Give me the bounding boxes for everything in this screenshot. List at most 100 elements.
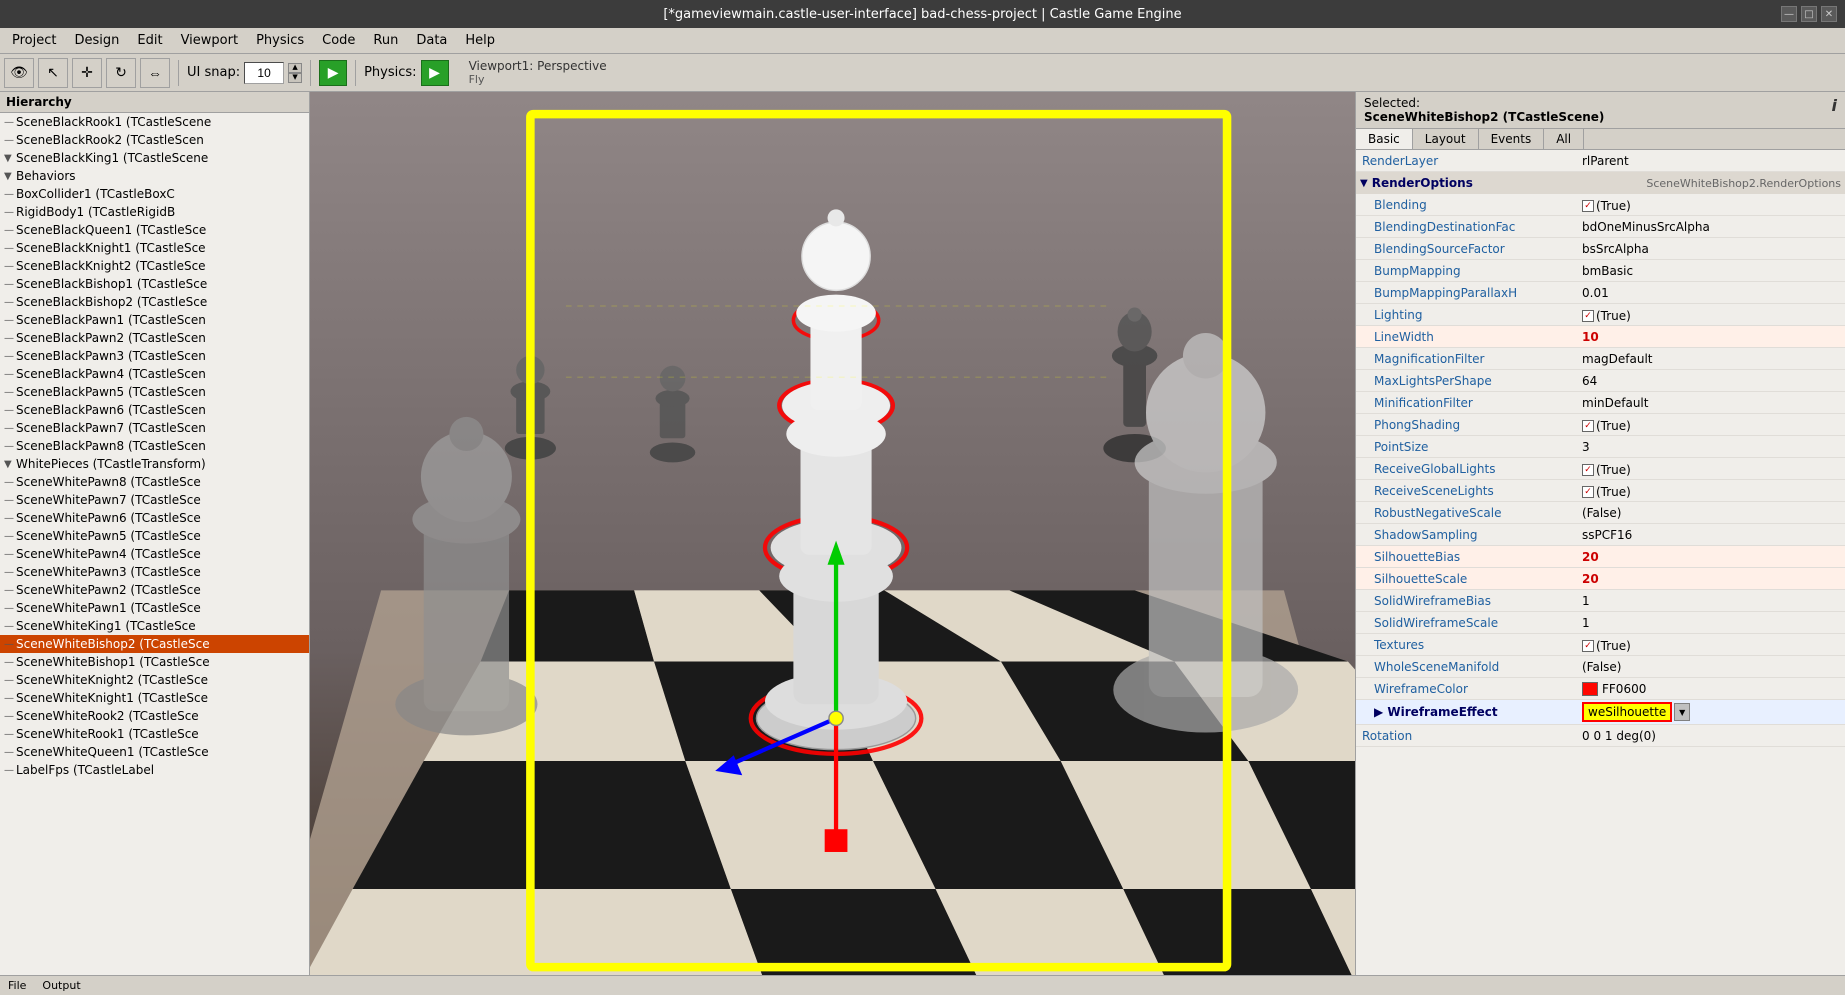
tree-item-labelfps[interactable]: — LabelFps (TCastleLabel: [0, 761, 309, 779]
tree-item-sceneblackrook1[interactable]: — SceneBlackRook1 (TCastleScene: [0, 113, 309, 131]
prop-row-receivescene[interactable]: ReceiveSceneLights ✓ (True): [1356, 480, 1845, 502]
prop-row-minfilter[interactable]: MinificationFilter minDefault: [1356, 392, 1845, 414]
cb-phong[interactable]: ✓: [1582, 420, 1594, 432]
tree-item-sceneblackpawn2[interactable]: — SceneBlackPawn2 (TCastleScen: [0, 329, 309, 347]
tree-item-scenewhitepawn5[interactable]: — SceneWhitePawn5 (TCastleSce: [0, 527, 309, 545]
tree-item-sceneblackpawn5[interactable]: — SceneBlackPawn5 (TCastleScen: [0, 383, 309, 401]
tree-item-boxcollider1[interactable]: — BoxCollider1 (TCastleBoxC: [0, 185, 309, 203]
tree-item-scenewhiteknight1[interactable]: — SceneWhiteKnight1 (TCastleSce: [0, 689, 309, 707]
prop-row-pointsize[interactable]: PointSize 3: [1356, 436, 1845, 458]
tree-item-scenewhitepawn7[interactable]: — SceneWhitePawn7 (TCastleSce: [0, 491, 309, 509]
menu-data[interactable]: Data: [408, 31, 455, 50]
prop-row-solidwireframebias[interactable]: SolidWireframeBias 1: [1356, 590, 1845, 612]
prop-row-receiveglobal[interactable]: ReceiveGlobalLights ✓ (True): [1356, 458, 1845, 480]
cb-blending[interactable]: ✓: [1582, 200, 1594, 212]
tree-item-sceneblackqueen1[interactable]: — SceneBlackQueen1 (TCastleSce: [0, 221, 309, 239]
menu-physics[interactable]: Physics: [248, 31, 312, 50]
tree-item-scenewhitepawn1[interactable]: — SceneWhitePawn1 (TCastleSce: [0, 599, 309, 617]
cb-receivescene[interactable]: ✓: [1582, 486, 1594, 498]
tree-item-scenewhitepawn3[interactable]: — SceneWhitePawn3 (TCastleSce: [0, 563, 309, 581]
tree-item-scenewhitebishop1[interactable]: — SceneWhiteBishop1 (TCastleSce: [0, 653, 309, 671]
cb-receiveglobal[interactable]: ✓: [1582, 464, 1594, 476]
wireframe-effect-input[interactable]: weSilhouette: [1582, 702, 1672, 722]
prop-row-shadowsampling[interactable]: ShadowSampling ssPCF16: [1356, 524, 1845, 546]
prop-row-rotation[interactable]: Rotation 0 0 1 deg(0): [1356, 725, 1845, 747]
menu-design[interactable]: Design: [66, 31, 127, 50]
prop-row-bumpmapping[interactable]: BumpMapping bmBasic: [1356, 260, 1845, 282]
tree-item-scenewhiterook2[interactable]: — SceneWhiteRook2 (TCastleSce: [0, 707, 309, 725]
cb-textures[interactable]: ✓: [1582, 640, 1594, 652]
tab-basic[interactable]: Basic: [1356, 129, 1413, 149]
tab-layout[interactable]: Layout: [1413, 129, 1479, 149]
prop-row-lighting[interactable]: Lighting ✓ (True): [1356, 304, 1845, 326]
prop-row-magfilter[interactable]: MagnificationFilter magDefault: [1356, 348, 1845, 370]
tab-events[interactable]: Events: [1479, 129, 1545, 149]
tree-item-scenewhiteking1[interactable]: — SceneWhiteKing1 (TCastleSce: [0, 617, 309, 635]
ui-snap-input[interactable]: [244, 62, 284, 84]
prop-row-maxlights[interactable]: MaxLightsPerShape 64: [1356, 370, 1845, 392]
tree-item-sceneblackpawn6[interactable]: — SceneBlackPawn6 (TCastleScen: [0, 401, 309, 419]
minimize-button[interactable]: —: [1781, 6, 1797, 22]
menu-help[interactable]: Help: [457, 31, 503, 50]
prop-row-wholescene[interactable]: WholeSceneManifold (False): [1356, 656, 1845, 678]
tree-item-rigidbody1[interactable]: — RigidBody1 (TCastleRigidB: [0, 203, 309, 221]
menu-run[interactable]: Run: [365, 31, 406, 50]
tree-item-sceneblackknight1[interactable]: — SceneBlackKnight1 (TCastleSce: [0, 239, 309, 257]
status-file[interactable]: File: [8, 979, 26, 992]
tree-item-scenewhiteknight2[interactable]: — SceneWhiteKnight2 (TCastleSce: [0, 671, 309, 689]
prop-row-blendingdst[interactable]: BlendingDestinationFac bdOneMinusSrcAlph…: [1356, 216, 1845, 238]
tree-item-scenewhitepawn4[interactable]: — SceneWhitePawn4 (TCastleSce: [0, 545, 309, 563]
prop-row-blending[interactable]: Blending ✓ (True): [1356, 194, 1845, 216]
scale-button[interactable]: ⇔: [140, 58, 170, 88]
tree-item-scenewhitebishop2[interactable]: — SceneWhiteBishop2 (TCastleSce: [0, 635, 309, 653]
tree-item-whitepieces[interactable]: ▼ WhitePieces (TCastleTransform): [0, 455, 309, 473]
select-button[interactable]: ↖: [38, 58, 68, 88]
tree-item-scenewhiterook1[interactable]: — SceneWhiteRook1 (TCastleSce: [0, 725, 309, 743]
tree-item-sceneblackbishop2[interactable]: — SceneBlackBishop2 (TCastleSce: [0, 293, 309, 311]
menu-code[interactable]: Code: [314, 31, 363, 50]
menu-viewport[interactable]: Viewport: [173, 31, 247, 50]
prop-row-linewidth[interactable]: LineWidth 10: [1356, 326, 1845, 348]
prop-row-phongshading[interactable]: PhongShading ✓ (True): [1356, 414, 1845, 436]
rotate-button[interactable]: ↻: [106, 58, 136, 88]
translate-button[interactable]: ✛: [72, 58, 102, 88]
prop-section-renderoptions[interactable]: ▼ RenderOptions SceneWhiteBishop2.Render…: [1356, 172, 1845, 194]
info-button[interactable]: i: [1832, 96, 1837, 115]
cb-lighting[interactable]: ✓: [1582, 310, 1594, 322]
tree-item-sceneblackpawn3[interactable]: — SceneBlackPawn3 (TCastleScen: [0, 347, 309, 365]
menu-edit[interactable]: Edit: [129, 31, 170, 50]
status-output[interactable]: Output: [42, 979, 80, 992]
tree-item-scenewhitepawn8[interactable]: — SceneWhitePawn8 (TCastleSce: [0, 473, 309, 491]
tab-all[interactable]: All: [1544, 129, 1584, 149]
prop-row-wireframeeffect[interactable]: ▶ WireframeEffect weSilhouette ▼: [1356, 700, 1845, 725]
menu-project[interactable]: Project: [4, 31, 64, 50]
tree-item-sceneblackpawn4[interactable]: — SceneBlackPawn4 (TCastleScen: [0, 365, 309, 383]
tree-item-sceneblackpawn1[interactable]: — SceneBlackPawn1 (TCastleScen: [0, 311, 309, 329]
prop-row-solidwireframescale[interactable]: SolidWireframeScale 1: [1356, 612, 1845, 634]
tree-item-sceneblackpawn7[interactable]: — SceneBlackPawn7 (TCastleScen: [0, 419, 309, 437]
tree-item-sceneblackbishop1[interactable]: — SceneBlackBishop1 (TCastleSce: [0, 275, 309, 293]
prop-row-blendingsrc[interactable]: BlendingSourceFactor bsSrcAlpha: [1356, 238, 1845, 260]
maximize-button[interactable]: □: [1801, 6, 1817, 22]
tree-item-sceneblackrook2[interactable]: — SceneBlackRook2 (TCastleScen: [0, 131, 309, 149]
tree-item-scenewhitepawn6[interactable]: — SceneWhitePawn6 (TCastleSce: [0, 509, 309, 527]
prop-row-wireframecolor[interactable]: WireframeColor FF0600: [1356, 678, 1845, 700]
eye-button[interactable]: 👁: [4, 58, 34, 88]
wireframe-effect-dropdown[interactable]: ▼: [1674, 703, 1690, 721]
prop-row-silhouettescale[interactable]: SilhouetteScale 20: [1356, 568, 1845, 590]
prop-row-textures[interactable]: Textures ✓ (True): [1356, 634, 1845, 656]
ui-snap-down[interactable]: ▼: [288, 73, 302, 83]
physics-play-button[interactable]: ▶: [421, 60, 449, 86]
prop-row-silhouettebias[interactable]: SilhouetteBias 20: [1356, 546, 1845, 568]
prop-row-bumpmappingparallax[interactable]: BumpMappingParallaxH 0.01: [1356, 282, 1845, 304]
play-button[interactable]: ▶: [319, 60, 347, 86]
viewport-panel[interactable]: [310, 92, 1355, 975]
tree-item-behaviors[interactable]: ▼ Behaviors: [0, 167, 309, 185]
close-button[interactable]: ✕: [1821, 6, 1837, 22]
tree-item-sceneblackking1[interactable]: ▼ SceneBlackKing1 (TCastleScene: [0, 149, 309, 167]
tree-item-sceneblackpawn8[interactable]: — SceneBlackPawn8 (TCastleScen: [0, 437, 309, 455]
tree-item-sceneblackknight2[interactable]: — SceneBlackKnight2 (TCastleSce: [0, 257, 309, 275]
tree-item-scenewhitequeen1[interactable]: — SceneWhiteQueen1 (TCastleSce: [0, 743, 309, 761]
tree-item-scenewhitepawn2[interactable]: — SceneWhitePawn2 (TCastleSce: [0, 581, 309, 599]
ui-snap-up[interactable]: ▲: [288, 63, 302, 73]
